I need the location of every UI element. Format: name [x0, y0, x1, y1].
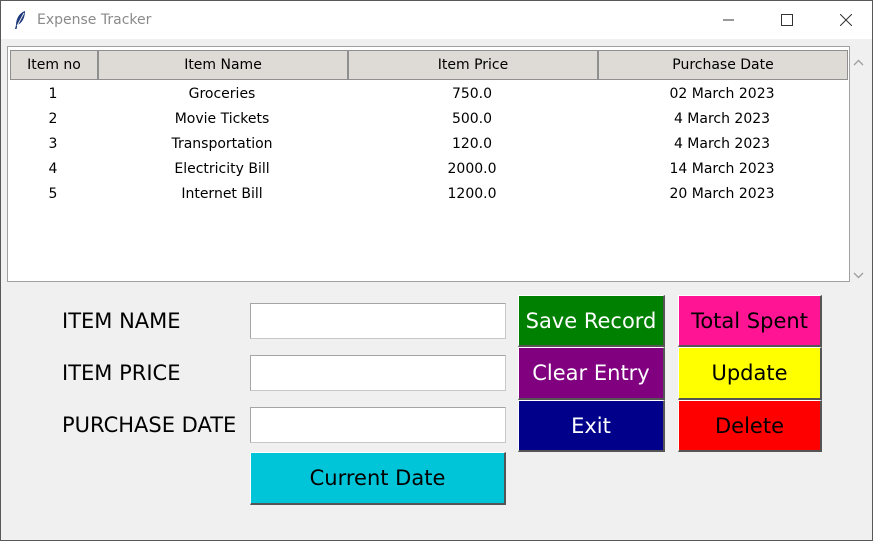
- cell-item-name: Groceries: [188, 85, 256, 102]
- cell-item-no: 1: [48, 85, 58, 102]
- title-bar[interactable]: Expense Tracker: [1, 1, 872, 39]
- cell-item-no: 4: [48, 160, 58, 177]
- total-spent-button[interactable]: Total Spent: [678, 295, 822, 347]
- cell-item-name: Movie Tickets: [174, 110, 270, 127]
- table-header: Item no Item Name Item Price Purchase Da…: [9, 48, 849, 80]
- cell-purchase-date: 02 March 2023: [669, 85, 775, 102]
- cell-purchase-date: 20 March 2023: [669, 185, 775, 202]
- cell-item-no: 3: [48, 135, 58, 152]
- delete-button[interactable]: Delete: [678, 400, 822, 452]
- cell-item-price: 1200.0: [447, 185, 497, 202]
- update-button[interactable]: Update: [678, 347, 822, 400]
- clear-entry-button[interactable]: Clear Entry: [518, 347, 665, 400]
- cell-item-price: 2000.0: [447, 160, 497, 177]
- scroll-up-icon[interactable]: [853, 52, 864, 71]
- table-row[interactable]: 3 Transportation 120.0 4 March 2023: [8, 131, 848, 156]
- close-icon: [840, 14, 852, 26]
- scroll-down-icon[interactable]: [853, 264, 864, 283]
- cell-item-no: 2: [48, 110, 58, 127]
- item-name-input[interactable]: [250, 303, 506, 339]
- item-price-input[interactable]: [250, 355, 506, 391]
- save-record-button[interactable]: Save Record: [518, 295, 665, 347]
- minimize-icon: [723, 19, 734, 21]
- app-window: Expense Tracker Item no Item Name Item P…: [0, 0, 873, 541]
- table-row[interactable]: 5 Internet Bill 1200.0 20 March 2023: [8, 181, 848, 206]
- cell-item-name: Transportation: [171, 135, 273, 152]
- minimize-button[interactable]: [706, 1, 752, 39]
- feather-icon: [13, 10, 27, 30]
- column-header-item-no[interactable]: Item no: [10, 50, 98, 80]
- cell-purchase-date: 4 March 2023: [673, 110, 771, 127]
- purchase-date-input[interactable]: [250, 407, 506, 443]
- expense-table[interactable]: Item no Item Name Item Price Purchase Da…: [7, 46, 850, 282]
- table-row[interactable]: 1 Groceries 750.0 02 March 2023: [8, 81, 848, 106]
- item-name-label: ITEM NAME: [62, 309, 181, 333]
- cell-purchase-date: 14 March 2023: [669, 160, 775, 177]
- cell-item-price: 120.0: [451, 135, 493, 152]
- column-header-item-price[interactable]: Item Price: [348, 50, 598, 80]
- cell-item-name: Electricity Bill: [174, 160, 270, 177]
- column-header-item-name[interactable]: Item Name: [98, 50, 348, 80]
- table-row[interactable]: 4 Electricity Bill 2000.0 14 March 2023: [8, 156, 848, 181]
- cell-item-price: 750.0: [451, 85, 493, 102]
- cell-item-no: 5: [48, 185, 58, 202]
- column-header-purchase-date[interactable]: Purchase Date: [598, 50, 848, 80]
- item-price-label: ITEM PRICE: [62, 361, 181, 385]
- window-title: Expense Tracker: [37, 12, 152, 28]
- exit-button[interactable]: Exit: [518, 400, 665, 452]
- cell-item-name: Internet Bill: [181, 185, 263, 202]
- cell-item-price: 500.0: [451, 110, 493, 127]
- current-date-button[interactable]: Current Date: [250, 452, 506, 505]
- table-row[interactable]: 2 Movie Tickets 500.0 4 March 2023: [8, 106, 848, 131]
- cell-purchase-date: 4 March 2023: [673, 135, 771, 152]
- table-body: 1 Groceries 750.0 02 March 2023 2 Movie …: [8, 81, 848, 206]
- table-scrollbar[interactable]: [850, 46, 868, 282]
- close-button[interactable]: [823, 1, 869, 39]
- purchase-date-label: PURCHASE DATE: [62, 413, 237, 437]
- maximize-icon: [781, 14, 793, 26]
- maximize-button[interactable]: [764, 1, 810, 39]
